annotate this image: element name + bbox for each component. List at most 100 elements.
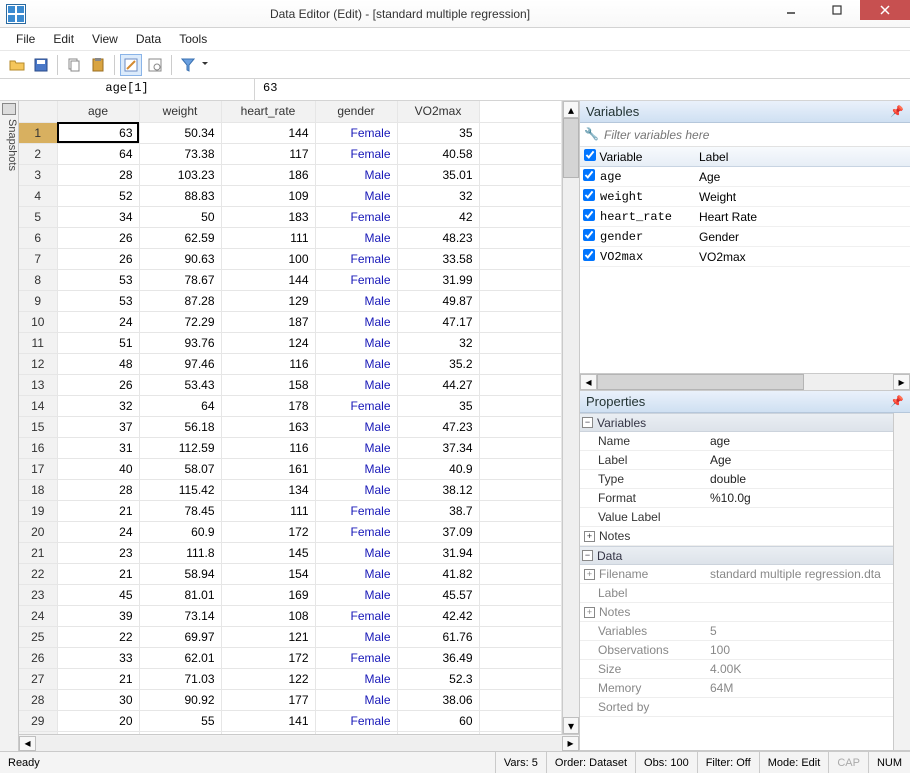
cell-vo2max[interactable]: 47.23 <box>397 416 479 437</box>
menu-file[interactable]: File <box>8 30 43 48</box>
cell-vo2max[interactable]: 48.23 <box>397 227 479 248</box>
minimize-button[interactable] <box>768 0 814 20</box>
cell-vo2max[interactable]: 40.9 <box>397 458 479 479</box>
row-number[interactable]: 13 <box>19 374 57 395</box>
cell-age[interactable]: 28 <box>57 479 139 500</box>
row-number[interactable]: 17 <box>19 458 57 479</box>
table-row[interactable]: 192178.45111Female38.7 <box>19 500 562 521</box>
table-row[interactable]: 2123111.8145Male31.94 <box>19 542 562 563</box>
table-row[interactable]: 16350.34144Female35 <box>19 122 562 143</box>
menu-edit[interactable]: Edit <box>45 30 82 48</box>
cell-age[interactable]: 32 <box>57 395 139 416</box>
cell-vo2max[interactable]: 42 <box>397 206 479 227</box>
row-number[interactable]: 27 <box>19 668 57 689</box>
cell-weight[interactable]: 103.23 <box>139 164 221 185</box>
cell-vo2max[interactable]: 40.58 <box>397 143 479 164</box>
cell-gender[interactable]: Male <box>315 584 397 605</box>
cell-weight[interactable]: 50 <box>139 206 221 227</box>
cell-weight[interactable]: 97.46 <box>139 353 221 374</box>
table-row[interactable]: 283090.92177Male38.06 <box>19 689 562 710</box>
prop-name[interactable]: Nameage <box>580 432 893 451</box>
cell-vo2max[interactable]: 60 <box>397 710 479 731</box>
table-row[interactable]: 26473.38117Female40.58 <box>19 143 562 164</box>
cell-weight[interactable]: 53.43 <box>139 374 221 395</box>
cell-age[interactable]: 32 <box>57 731 139 734</box>
col-header-vo2max[interactable]: VO2max <box>397 101 479 122</box>
paste-icon[interactable] <box>87 54 109 76</box>
cell-heart-rate[interactable]: 141 <box>221 710 315 731</box>
cell-heart-rate[interactable]: 186 <box>221 164 315 185</box>
table-row[interactable]: 1631112.59116Male37.34 <box>19 437 562 458</box>
row-number[interactable]: 6 <box>19 227 57 248</box>
cell-vo2max[interactable]: 42.42 <box>397 605 479 626</box>
cell-vo2max[interactable]: 32 <box>397 185 479 206</box>
col-header-heart-rate[interactable]: heart_rate <box>221 101 315 122</box>
table-row[interactable]: 124897.46116Male35.2 <box>19 353 562 374</box>
table-row[interactable]: 115193.76124Male32 <box>19 332 562 353</box>
cell-weight[interactable]: 55 <box>139 710 221 731</box>
scroll-left-icon[interactable]: ◂ <box>580 374 597 390</box>
row-number[interactable]: 20 <box>19 521 57 542</box>
prop-label[interactable]: LabelAge <box>580 451 893 470</box>
edit-mode-icon[interactable] <box>120 54 142 76</box>
cell-vo2max[interactable]: 41.82 <box>397 563 479 584</box>
prop-filename[interactable]: +Filenamestandard multiple regression.dt… <box>580 565 893 584</box>
cell-vo2max[interactable]: 47.17 <box>397 311 479 332</box>
table-row[interactable]: 143264178Female35 <box>19 395 562 416</box>
wrench-icon[interactable]: 🔧 <box>584 127 600 143</box>
cell-heart-rate[interactable]: 124 <box>221 332 315 353</box>
cell-weight[interactable]: 71.03 <box>139 668 221 689</box>
variables-horizontal-scrollbar[interactable]: ◂ ▸ <box>580 373 910 390</box>
table-row[interactable]: 132653.43158Male44.27 <box>19 374 562 395</box>
cell-weight[interactable]: 111.98 <box>139 731 221 734</box>
cell-age[interactable]: 23 <box>57 542 139 563</box>
cell-weight[interactable]: 73.14 <box>139 605 221 626</box>
cell-gender[interactable]: Male <box>315 416 397 437</box>
copy-icon[interactable] <box>63 54 85 76</box>
cell-heart-rate[interactable]: 145 <box>221 542 315 563</box>
row-number[interactable]: 10 <box>19 311 57 332</box>
cell-weight[interactable]: 78.67 <box>139 269 221 290</box>
cell-vo2max[interactable]: 33.58 <box>397 248 479 269</box>
cell-gender[interactable]: Male <box>315 689 397 710</box>
maximize-button[interactable] <box>814 0 860 20</box>
cell-heart-rate[interactable]: 187 <box>221 311 315 332</box>
row-number[interactable]: 3 <box>19 164 57 185</box>
col-header-gender[interactable]: gender <box>315 101 397 122</box>
cell-age[interactable]: 24 <box>57 521 139 542</box>
open-icon[interactable] <box>6 54 28 76</box>
prop-value-label[interactable]: Value Label <box>580 508 893 527</box>
menu-data[interactable]: Data <box>128 30 169 48</box>
row-number[interactable]: 2 <box>19 143 57 164</box>
cell-age[interactable]: 64 <box>57 143 139 164</box>
browse-mode-icon[interactable] <box>144 54 166 76</box>
cell-vo2max[interactable]: 45.57 <box>397 584 479 605</box>
cell-age[interactable]: 51 <box>57 332 139 353</box>
row-number[interactable]: 12 <box>19 353 57 374</box>
cell-age[interactable]: 53 <box>57 290 139 311</box>
cell-heart-rate[interactable]: 169 <box>221 584 315 605</box>
cell-vo2max[interactable]: 33.73 <box>397 731 479 734</box>
cell-vo2max[interactable]: 49.87 <box>397 290 479 311</box>
variable-row[interactable]: weightWeight <box>580 187 910 207</box>
cell-gender[interactable]: Male <box>315 185 397 206</box>
cell-gender[interactable]: Female <box>315 521 397 542</box>
row-number[interactable]: 22 <box>19 563 57 584</box>
cell-heart-rate[interactable]: 108 <box>221 605 315 626</box>
cell-gender[interactable]: Male <box>315 353 397 374</box>
row-number[interactable]: 24 <box>19 605 57 626</box>
cell-weight[interactable]: 93.76 <box>139 332 221 353</box>
cell-gender[interactable]: Male <box>315 563 397 584</box>
cell-gender[interactable]: Male <box>315 332 397 353</box>
cell-heart-rate[interactable]: 158 <box>221 374 315 395</box>
cell-vo2max[interactable]: 37.34 <box>397 437 479 458</box>
row-number[interactable]: 11 <box>19 332 57 353</box>
cell-age[interactable]: 53 <box>57 269 139 290</box>
cell-heart-rate[interactable]: 144 <box>221 122 315 143</box>
cell-heart-rate[interactable]: 183 <box>221 206 315 227</box>
cell-weight[interactable]: 62.59 <box>139 227 221 248</box>
table-row[interactable]: 252269.97121Male61.76 <box>19 626 562 647</box>
cell-gender[interactable]: Male <box>315 374 397 395</box>
col-header-age[interactable]: age <box>57 101 139 122</box>
cell-weight[interactable]: 90.92 <box>139 689 221 710</box>
